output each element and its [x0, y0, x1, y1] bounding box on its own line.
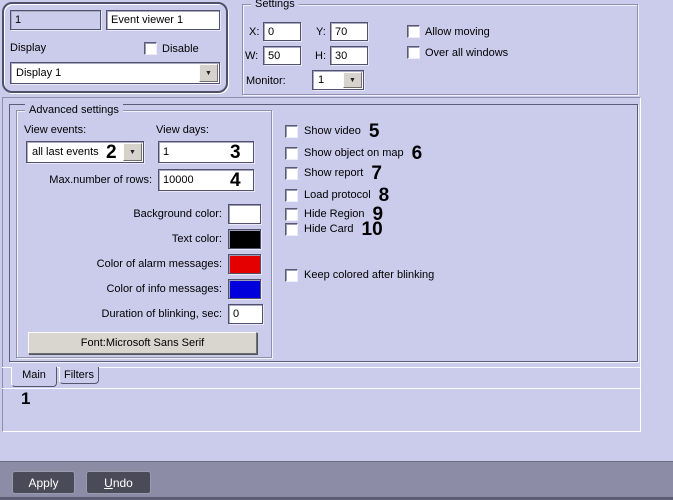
show-video-label: Show video — [304, 125, 361, 137]
info-color-swatch[interactable] — [228, 279, 261, 299]
y-label: Y: — [316, 26, 326, 38]
load-protocol-label: Load protocol — [304, 189, 371, 201]
annotation-2: 2 — [106, 142, 117, 163]
text-color-label: Text color: — [171, 233, 222, 245]
annotation-1: 1 — [21, 389, 31, 408]
font-button[interactable]: Font:Microsoft Sans Serif — [28, 332, 257, 354]
hide-card-checkbox[interactable] — [285, 222, 298, 236]
hide-region-checkbox[interactable] — [285, 207, 298, 221]
allow-moving-label: Allow moving — [425, 26, 490, 38]
tab-filters-label: Filters — [64, 369, 94, 381]
show-object-on-map-row: Show object on map 6 — [285, 142, 423, 164]
blink-duration-field[interactable] — [228, 304, 263, 324]
annotation-8: 8 — [378, 184, 390, 206]
annotation-6: 6 — [411, 142, 423, 164]
monitor-combobox-dropdown-button[interactable]: ▼ — [343, 72, 362, 88]
show-report-row: Show report 7 — [285, 162, 382, 184]
keep-colored-checkbox[interactable] — [285, 268, 298, 282]
background-color-label: Background color: — [133, 208, 222, 220]
load-protocol-row: Load protocol 8 — [285, 184, 390, 206]
event-viewer-settings-window: Display Disable Display 1 ▼ Settings X: … — [0, 0, 673, 500]
y-field[interactable] — [330, 22, 368, 41]
annotation-7: 7 — [371, 162, 382, 184]
w-label: W: — [245, 50, 259, 62]
load-protocol-checkbox[interactable] — [285, 188, 298, 202]
name-field[interactable] — [106, 10, 220, 30]
max-rows-label: Max.number of rows: — [49, 174, 152, 186]
monitor-combobox[interactable]: 1 ▼ — [312, 70, 364, 90]
settings-group-title: Settings — [251, 0, 299, 11]
display-combobox-value: Display 1 — [16, 67, 62, 79]
view-days-label: View days: — [156, 124, 209, 136]
background-color-swatch[interactable] — [228, 204, 261, 224]
id-field[interactable] — [10, 10, 101, 30]
over-all-windows-checkbox[interactable] — [407, 46, 420, 59]
x-label: X: — [249, 26, 260, 38]
apply-button[interactable]: Apply — [12, 471, 75, 494]
display-label: Display — [10, 42, 47, 54]
disable-checkbox[interactable] — [144, 42, 157, 55]
chevron-down-icon: ▼ — [129, 148, 136, 156]
view-events-label: View events: — [24, 124, 87, 136]
annotation-3: 3 — [230, 142, 241, 163]
alarm-color-swatch[interactable] — [228, 254, 261, 274]
over-all-windows-label: Over all windows — [425, 47, 509, 59]
hide-region-label: Hide Region — [304, 208, 365, 220]
info-color-label: Color of info messages: — [106, 283, 222, 295]
view-events-combobox-value: all last events — [32, 146, 99, 158]
monitor-label: Monitor: — [246, 75, 286, 87]
tab-main[interactable]: Main — [11, 367, 57, 387]
undo-button[interactable]: Undo — [86, 471, 151, 494]
keep-colored-label: Keep colored after blinking — [304, 269, 435, 281]
show-report-checkbox[interactable] — [285, 166, 298, 180]
disable-label: Disable — [162, 43, 199, 55]
alarm-color-label: Color of alarm messages: — [96, 258, 222, 270]
hide-card-row: Hide Card 10 — [285, 218, 383, 240]
font-button-label: Font:Microsoft Sans Serif — [80, 337, 205, 349]
hide-card-label: Hide Card — [304, 223, 354, 235]
text-color-swatch[interactable] — [228, 229, 261, 249]
display-combobox-dropdown-button[interactable]: ▼ — [199, 64, 218, 82]
x-field[interactable] — [263, 22, 301, 41]
tab-filters[interactable]: Filters — [59, 367, 99, 384]
annotation-4: 4 — [230, 170, 241, 191]
w-field[interactable] — [263, 46, 301, 65]
monitor-combobox-value: 1 — [318, 74, 325, 86]
chevron-down-icon: ▼ — [205, 69, 212, 77]
blink-duration-label: Duration of blinking, sec: — [101, 308, 222, 320]
view-events-combobox[interactable]: all last events ▼ — [26, 141, 144, 163]
annotation-5: 5 — [368, 120, 380, 142]
show-object-on-map-label: Show object on map — [304, 147, 404, 159]
footer-bar: Apply Undo — [0, 461, 673, 500]
tab-strip-bottom-line — [2, 388, 641, 389]
tab-main-label: Main — [22, 369, 46, 381]
show-video-row: Show video 5 — [285, 120, 380, 142]
allow-moving-checkbox[interactable] — [407, 25, 420, 38]
apply-button-label: Apply — [28, 475, 59, 490]
view-events-combobox-dropdown-button[interactable]: ▼ — [123, 143, 142, 161]
display-combobox[interactable]: Display 1 ▼ — [10, 62, 220, 84]
show-object-on-map-checkbox[interactable] — [285, 146, 298, 160]
advanced-settings-group-title: Advanced settings — [25, 104, 123, 117]
h-label: H: — [315, 50, 326, 62]
chevron-down-icon: ▼ — [349, 76, 356, 84]
show-video-checkbox[interactable] — [285, 124, 298, 138]
h-field[interactable] — [330, 46, 368, 65]
undo-button-label: Undo — [104, 475, 133, 490]
annotation-10: 10 — [361, 218, 383, 240]
show-report-label: Show report — [304, 167, 364, 179]
keep-colored-row: Keep colored after blinking — [285, 267, 434, 283]
